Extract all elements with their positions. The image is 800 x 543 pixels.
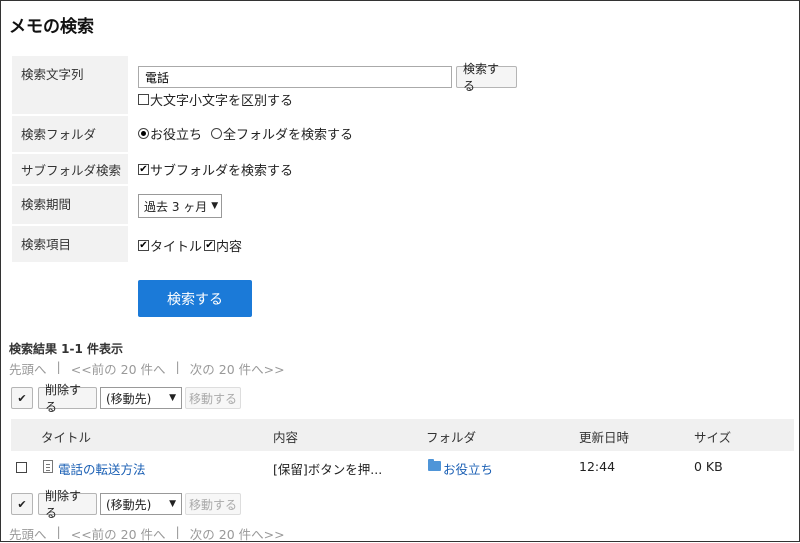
column-folder: フォルダ bbox=[426, 430, 477, 445]
subfolder-option[interactable]: ✔ サブフォルダを検索する bbox=[138, 160, 293, 179]
memo-title-link[interactable]: 電話の転送方法 bbox=[58, 459, 146, 478]
check-all-button[interactable]: ✔ bbox=[11, 387, 33, 409]
pager-top: 先頭へ | <<前の 20 件へ | 次の 20 件へ>> bbox=[9, 359, 285, 378]
search-button[interactable]: 検索する bbox=[456, 62, 517, 93]
column-title: タイトル bbox=[41, 430, 92, 445]
move-target-value: (移動先) bbox=[106, 391, 152, 406]
results-summary: 検索結果 1-1 件表示 bbox=[9, 342, 124, 356]
submit-search-button[interactable]: 検索する bbox=[138, 280, 252, 317]
table-row: 電話の転送方法 [保留]ボタンを押... お役立ち 12:44 0 KB bbox=[11, 451, 794, 483]
page-title: メモの検索 bbox=[9, 17, 94, 37]
chevron-down-icon: ▼ bbox=[169, 393, 176, 403]
folder-option-all[interactable]: 全フォルダを検索する bbox=[211, 124, 353, 143]
item-option-title[interactable]: ✔ タイトル bbox=[138, 236, 202, 255]
keyword-label: 検索文字列 bbox=[12, 56, 128, 114]
column-content: 内容 bbox=[273, 430, 299, 445]
subfolder-label: サブフォルダ検索 bbox=[12, 154, 128, 184]
case-sensitive-checkbox[interactable] bbox=[138, 94, 149, 105]
period-select[interactable]: 過去 3 ヶ月 ▼ bbox=[138, 194, 222, 218]
case-sensitive-text: 大文字小文字を区別する bbox=[150, 94, 294, 109]
keyword-input[interactable] bbox=[138, 66, 452, 88]
item-option-content[interactable]: ✔ 内容 bbox=[204, 236, 242, 255]
pager-bottom: 先頭へ | <<前の 20 件へ | 次の 20 件へ>> bbox=[9, 524, 285, 543]
pager-separator: | bbox=[175, 359, 180, 374]
item-option-title-text: タイトル bbox=[150, 240, 203, 255]
pager-prev: <<前の 20 件へ bbox=[70, 527, 166, 542]
column-size: サイズ bbox=[694, 430, 732, 445]
folder-option-current-text: お役立ち bbox=[150, 128, 203, 143]
folder-label: 検索フォルダ bbox=[12, 116, 128, 152]
pager-first: 先頭へ bbox=[9, 362, 47, 377]
pager-next: 次の 20 件へ>> bbox=[189, 527, 285, 542]
radio-selected-icon[interactable] bbox=[138, 128, 149, 139]
item-option-content-text: 内容 bbox=[216, 240, 243, 255]
content-checkbox[interactable]: ✔ bbox=[204, 240, 215, 251]
pager-first: 先頭へ bbox=[9, 527, 47, 542]
pager-separator: | bbox=[56, 524, 61, 539]
chevron-down-icon: ▼ bbox=[211, 201, 219, 211]
memo-content: [保留]ボタンを押... bbox=[273, 462, 383, 477]
pager-next: 次の 20 件へ>> bbox=[189, 362, 285, 377]
column-updated: 更新日時 bbox=[579, 430, 630, 445]
move-button: 移動する bbox=[185, 387, 241, 409]
radio-unselected-icon[interactable] bbox=[211, 128, 222, 139]
delete-button[interactable]: 削除する bbox=[38, 383, 97, 414]
delete-button-bottom[interactable]: 削除する bbox=[38, 489, 97, 520]
subfolder-option-text: サブフォルダを検索する bbox=[150, 164, 294, 179]
period-value: 過去 3 ヶ月 bbox=[144, 199, 208, 214]
move-target-select[interactable]: (移動先) ▼ bbox=[100, 387, 182, 409]
table-header: タイトル 内容 フォルダ 更新日時 サイズ bbox=[11, 419, 794, 451]
pager-prev: <<前の 20 件へ bbox=[70, 362, 166, 377]
period-label: 検索期間 bbox=[12, 186, 128, 224]
move-target-select-bottom[interactable]: (移動先) ▼ bbox=[100, 493, 182, 515]
folder-link[interactable]: お役立ち bbox=[443, 459, 493, 478]
folder-option-current[interactable]: お役立ち bbox=[138, 124, 202, 143]
folder-icon bbox=[428, 459, 441, 471]
chevron-down-icon: ▼ bbox=[169, 499, 176, 509]
move-target-value: (移動先) bbox=[106, 497, 152, 512]
check-all-button-bottom[interactable]: ✔ bbox=[11, 493, 33, 515]
title-checkbox[interactable]: ✔ bbox=[138, 240, 149, 251]
pager-separator: | bbox=[175, 524, 180, 539]
folder-option-all-text: 全フォルダを検索する bbox=[223, 128, 354, 143]
subfolder-checkbox[interactable]: ✔ bbox=[138, 164, 149, 175]
memo-size: 0 KB bbox=[694, 459, 723, 474]
move-button-bottom: 移動する bbox=[185, 493, 241, 515]
case-sensitive-option[interactable]: 大文字小文字を区別する bbox=[138, 90, 293, 109]
row-checkbox[interactable] bbox=[16, 462, 27, 473]
memo-icon bbox=[43, 460, 53, 473]
memo-updated: 12:44 bbox=[579, 459, 616, 474]
pager-separator: | bbox=[56, 359, 61, 374]
items-label: 検索項目 bbox=[12, 226, 128, 262]
